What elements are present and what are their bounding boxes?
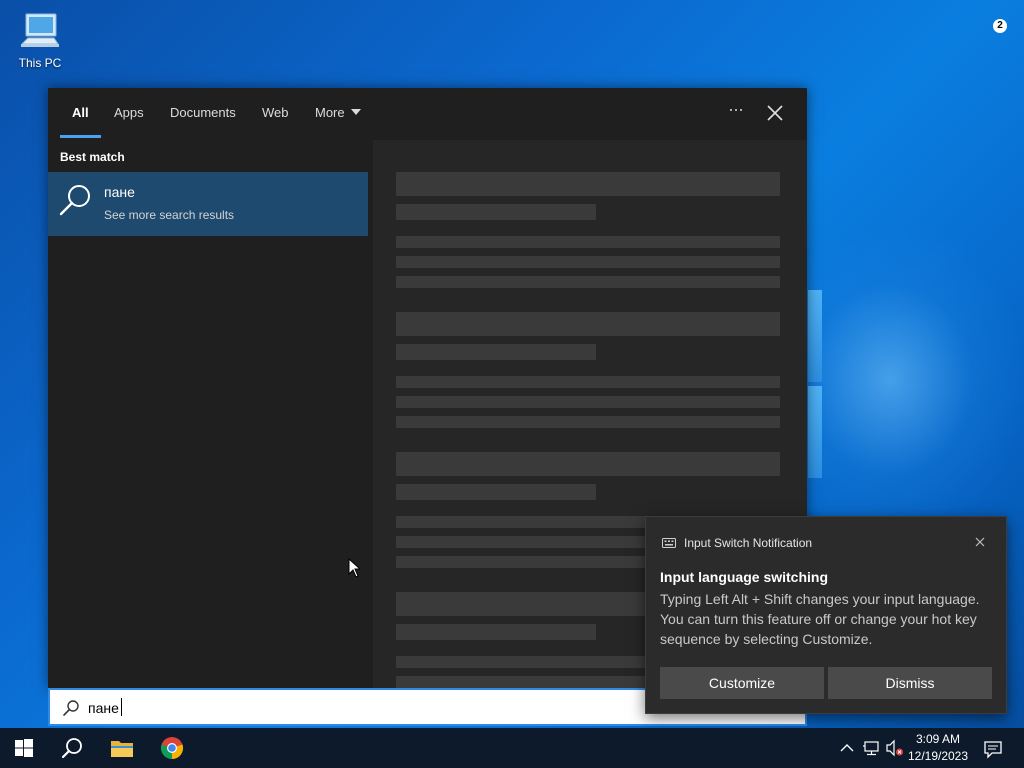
taskbar-chrome[interactable] [148, 728, 196, 768]
loading-placeholder [396, 484, 596, 500]
tab-web[interactable]: Web [262, 105, 289, 120]
best-match-heading: Best match [60, 150, 125, 164]
search-input[interactable] [88, 696, 668, 720]
desktop-icon-label: This PC [18, 56, 62, 70]
active-tab-indicator [60, 135, 101, 138]
wallpaper-window-pane [808, 290, 822, 382]
chrome-icon [160, 737, 184, 760]
tab-more[interactable]: More [315, 105, 361, 120]
notification-count-badge: 2 [993, 19, 1007, 33]
tab-all[interactable]: All [72, 105, 89, 120]
start-button[interactable] [0, 728, 48, 768]
volume-muted-icon[interactable] [885, 738, 905, 758]
loading-placeholder [396, 312, 780, 336]
more-options-button[interactable] [724, 98, 748, 122]
loading-placeholder [396, 624, 596, 640]
results-list: Best match пане See more search results [48, 140, 370, 688]
customize-button[interactable]: Customize [660, 667, 824, 699]
loading-placeholder [396, 452, 780, 476]
loading-placeholder [396, 204, 596, 220]
dismiss-button[interactable]: Dismiss [828, 667, 992, 699]
clock-date: 12/19/2023 [907, 749, 969, 763]
tab-documents[interactable]: Documents [170, 105, 236, 120]
text-caret [121, 698, 122, 716]
taskbar-file-explorer[interactable] [98, 728, 146, 768]
network-icon[interactable] [861, 738, 881, 758]
ellipsis-dot [730, 109, 732, 111]
notification-title: Input language switching [660, 569, 828, 585]
loading-placeholder [396, 376, 780, 388]
desktop-icon-this-pc[interactable]: This PC [12, 8, 68, 78]
taskbar: 3:09 AM 12/19/2023 [0, 728, 1024, 768]
chevron-up-icon[interactable] [837, 738, 857, 758]
mouse-pointer-icon [348, 558, 360, 578]
loading-placeholder [396, 416, 780, 428]
ellipsis-dot [735, 109, 737, 111]
taskbar-search-button[interactable] [48, 728, 96, 768]
ellipsis-dot [740, 109, 742, 111]
file-explorer-icon [111, 741, 133, 757]
loading-placeholder [396, 396, 780, 408]
best-match-result[interactable]: пане See more search results [48, 172, 368, 236]
clock-time: 3:09 AM [915, 732, 961, 746]
computer-icon [20, 13, 59, 47]
close-icon[interactable] [973, 535, 987, 549]
tab-more-label: More [315, 105, 345, 120]
notification-body: Typing Left Alt + Shift changes your inp… [660, 591, 980, 647]
chevron-down-icon [350, 109, 361, 115]
loading-placeholder [396, 172, 780, 196]
wallpaper-window-pane [808, 386, 822, 478]
search-tabs: All Apps Documents Web More [48, 88, 807, 140]
keyboard-icon [662, 538, 676, 548]
search-icon [59, 185, 90, 216]
search-icon [61, 738, 82, 759]
loading-placeholder [396, 236, 780, 248]
notification-app-name: Input Switch Notification [684, 536, 813, 550]
best-match-title: пане [104, 184, 135, 200]
best-match-subtitle: See more search results [104, 208, 235, 222]
tab-apps[interactable]: Apps [114, 105, 144, 120]
loading-placeholder [396, 256, 780, 268]
close-icon[interactable] [764, 102, 786, 124]
system-clock[interactable]: 3:09 AM 12/19/2023 [906, 731, 970, 765]
windows-start-icon [15, 739, 33, 757]
action-center-icon[interactable] [983, 739, 1003, 759]
input-switch-notification: Input Switch Notification Input language… [645, 516, 1007, 714]
loading-placeholder [396, 344, 596, 360]
loading-placeholder [396, 276, 780, 288]
search-icon [63, 700, 79, 716]
